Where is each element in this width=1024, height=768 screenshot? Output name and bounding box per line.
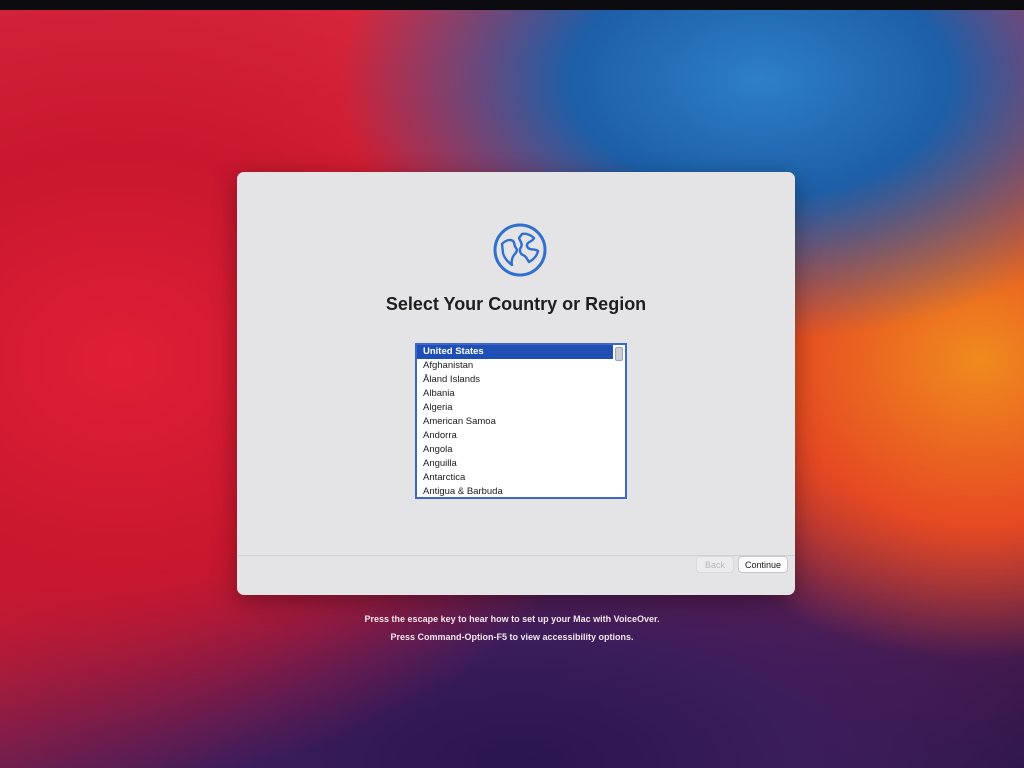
setup-assistant-window: Select Your Country or Region United Sta…: [237, 172, 795, 595]
voiceover-hint: Press the escape key to hear how to set …: [364, 614, 660, 624]
country-item[interactable]: Algeria: [417, 401, 625, 415]
country-item[interactable]: Anguilla: [417, 457, 625, 471]
scrollbar-thumb[interactable]: [615, 347, 623, 361]
globe-icon: [493, 223, 547, 277]
country-list[interactable]: United States Afghanistan Åland Islands Alb…: [415, 343, 627, 499]
back-button[interactable]: Back: [696, 556, 734, 573]
country-item[interactable]: Albania: [417, 387, 625, 401]
country-item[interactable]: Afghanistan: [417, 359, 625, 373]
page-title: Select Your Country or Region: [385, 294, 647, 314]
country-item[interactable]: United States: [417, 345, 613, 359]
country-item[interactable]: Antarctica: [417, 471, 625, 485]
country-item[interactable]: Angola: [417, 443, 625, 457]
country-item[interactable]: American Samoa: [417, 415, 625, 429]
country-item[interactable]: Åland Islands: [417, 373, 625, 387]
country-item[interactable]: Andorra: [417, 429, 625, 443]
continue-button[interactable]: Continue: [738, 556, 788, 573]
accessibility-hint: Press Command-Option-F5 to view accessib…: [390, 632, 634, 642]
country-item[interactable]: Antigua & Barbuda: [417, 485, 625, 497]
